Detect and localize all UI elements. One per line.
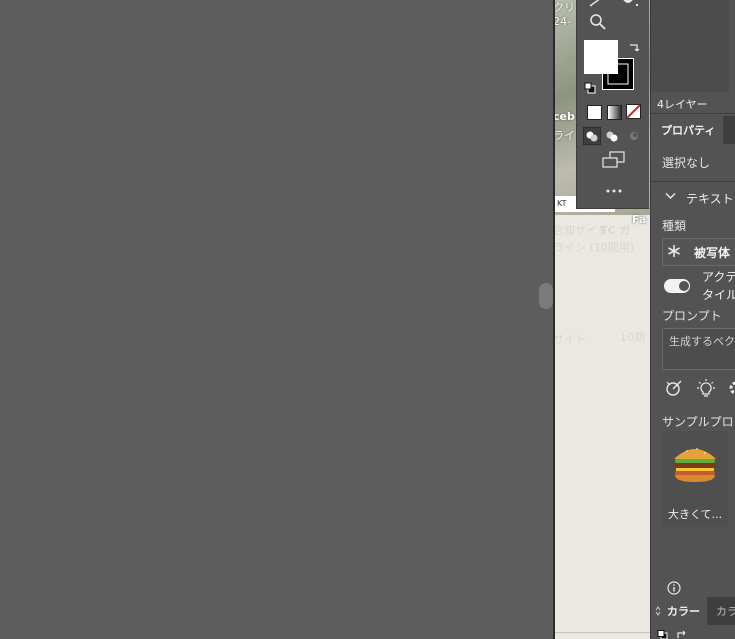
subject-value: 被写体: [694, 246, 731, 260]
pick-icon[interactable]: [664, 378, 684, 398]
color-mode-icon[interactable]: [587, 105, 602, 120]
tab-color-label: カラー: [667, 605, 700, 618]
prompt-placeholder: 生成するベク: [669, 335, 735, 348]
more-tools-icon[interactable]: [605, 188, 623, 194]
screen-mode-icon[interactable]: [601, 151, 627, 169]
sample-item-label: 大きくて...: [668, 508, 723, 521]
artboard-text: ライ: [555, 129, 575, 142]
text-to-vector-section[interactable]: テキスト: [686, 190, 734, 207]
swap-colors-icon[interactable]: [676, 630, 688, 639]
artboard-text: ceb: [555, 110, 575, 123]
prompt-label: プロンプト: [662, 309, 722, 323]
sample-prompt-label: サンプルプロン: [662, 415, 735, 429]
artboard-bottom-line: [555, 632, 650, 633]
tools-panel: [576, 0, 649, 209]
tab-properties-label: プロパティ: [661, 124, 716, 137]
tile-label: タイル: [702, 288, 735, 302]
artboard-text: ライン (10期用): [555, 241, 635, 254]
default-colors-icon[interactable]: [657, 630, 669, 639]
zoom-icon[interactable]: [589, 13, 607, 31]
tab-grip-icon: [655, 606, 661, 616]
artboard-text: KT: [557, 199, 567, 208]
none-mode-icon[interactable]: [626, 104, 641, 119]
kind-label: 種類: [662, 219, 687, 233]
draw-normal-icon[interactable]: [583, 127, 601, 145]
active-label: アクテ: [702, 270, 735, 284]
artboard-text: 10期: [620, 331, 645, 344]
properties-panel: 4レイヤー プロパティ 選択なし テキスト 種類 被写体 アクテ タイル プロン…: [650, 0, 735, 639]
stroke-color-swatch[interactable]: [602, 58, 634, 90]
tab-color-2-label: カラ: [716, 605, 735, 618]
divider: [651, 181, 735, 182]
pen-icon[interactable]: [589, 0, 605, 8]
draw-inside-icon[interactable]: [623, 127, 641, 145]
canvas-pasteboard[interactable]: [0, 0, 537, 639]
layers-list[interactable]: [651, 0, 729, 92]
toggle-knob: [679, 281, 689, 291]
draw-behind-icon[interactable]: [603, 127, 621, 145]
active-tile-toggle[interactable]: [664, 279, 690, 293]
burger-thumbnail: [674, 448, 716, 482]
panel-splitter[interactable]: [537, 0, 553, 639]
swap-colors-icon[interactable]: [628, 41, 640, 53]
gradient-mode-icon[interactable]: [607, 105, 622, 120]
hand-icon[interactable]: [619, 0, 639, 10]
settings-icon[interactable]: [727, 379, 735, 397]
artboard-text: 24-: [555, 15, 571, 28]
artboard-text: クリ: [555, 1, 575, 14]
illustrator-workspace: クリ 24- ceb ライ KT Fa 告知サイト TC ガ ライン (10期用…: [0, 0, 735, 639]
selection-status: 選択なし: [662, 156, 711, 170]
artboard-text: サイト: [555, 333, 586, 346]
divider: [651, 113, 735, 114]
layers-count: 4レイヤー: [657, 98, 708, 111]
tab-next[interactable]: [724, 116, 735, 144]
default-colors-icon[interactable]: [584, 82, 596, 94]
artboard-text: TC ガ: [600, 224, 631, 237]
idea-icon[interactable]: [696, 378, 716, 398]
subject-icon: [668, 245, 680, 257]
chevron-down-icon[interactable]: [665, 192, 676, 200]
splitter-handle[interactable]: [539, 283, 553, 309]
info-icon[interactable]: [667, 581, 681, 595]
artboard-text: Fa: [632, 213, 647, 226]
